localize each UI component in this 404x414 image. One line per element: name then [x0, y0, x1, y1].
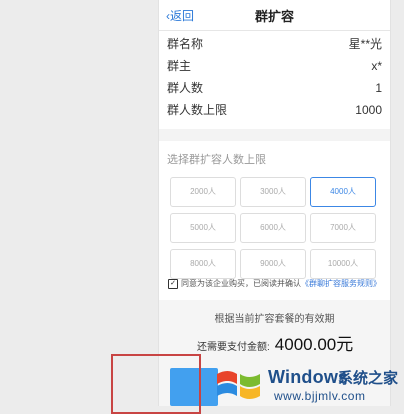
info-value: 星**光 — [348, 37, 382, 51]
check-icon: ✓ — [170, 279, 176, 287]
watermark: Windows 系统之家 www.bjjmlv.com — [210, 360, 404, 406]
section-divider — [159, 129, 390, 141]
agreement: ✓ 同意为该企业购买，已阅读并确认 《群聊扩容服务规则》 — [168, 278, 381, 289]
option-3000[interactable]: 3000人 — [240, 177, 306, 207]
info-value: 1000 — [355, 103, 382, 117]
info-label: 群人数上限 — [167, 103, 228, 117]
info-label: 群主 — [167, 59, 192, 73]
option-4000[interactable]: 4000人 — [310, 177, 376, 207]
rules-link[interactable]: 《群聊扩容服务规则》 — [301, 278, 381, 289]
option-5000[interactable]: 5000人 — [170, 213, 236, 243]
option-10000[interactable]: 10000人 — [310, 249, 376, 279]
agree-checkbox[interactable]: ✓ — [168, 278, 178, 289]
option-8000[interactable]: 8000人 — [170, 249, 236, 279]
capacity-options: 2000人 3000人 4000人 5000人 6000人 7000人 8000… — [159, 171, 390, 287]
highlight-box — [111, 354, 201, 414]
nav-bar: ‹返回 群扩容 — [159, 0, 390, 31]
info-label: 群名称 — [167, 37, 204, 51]
info-value: 1 — [375, 81, 382, 95]
group-info: 群名称 星**光 群主 x* 群人数 1 群人数上限 1000 — [159, 31, 390, 121]
watermark-cn: 系统之家 — [338, 370, 399, 387]
amount-label: 还需要支付金额: — [197, 342, 270, 353]
watermark-brand: Windows — [268, 367, 349, 387]
option-7000[interactable]: 7000人 — [310, 213, 376, 243]
option-2000[interactable]: 2000人 — [170, 177, 236, 207]
agree-text: 同意为该企业购买，已阅读并确认 — [181, 279, 301, 288]
option-6000[interactable]: 6000人 — [240, 213, 306, 243]
amount-value: 4000.00元 — [274, 335, 354, 354]
validity-text: 根据当前扩容套餐的有效期 — [214, 314, 335, 325]
watermark-url: www.bjjmlv.com — [274, 389, 366, 403]
option-9000[interactable]: 9000人 — [240, 249, 306, 279]
info-row-name: 群名称 星**光 — [167, 33, 382, 55]
info-row-limit: 群人数上限 1000 — [167, 99, 382, 121]
amount-line: 还需要支付金额: 4000.00元 — [197, 330, 353, 355]
info-value: x* — [371, 59, 382, 73]
info-row-owner: 群主 x* — [167, 55, 382, 77]
windows-logo-icon — [217, 371, 260, 399]
app-screen: ‹返回 群扩容 群名称 星**光 群主 x* 群人数 1 群人数上限 1000 … — [158, 0, 391, 406]
info-row-members: 群人数 1 — [167, 77, 382, 99]
info-label: 群人数 — [167, 81, 204, 95]
page-title: 群扩容 — [254, 9, 294, 24]
select-title: 选择群扩容人数上限 — [167, 154, 266, 166]
